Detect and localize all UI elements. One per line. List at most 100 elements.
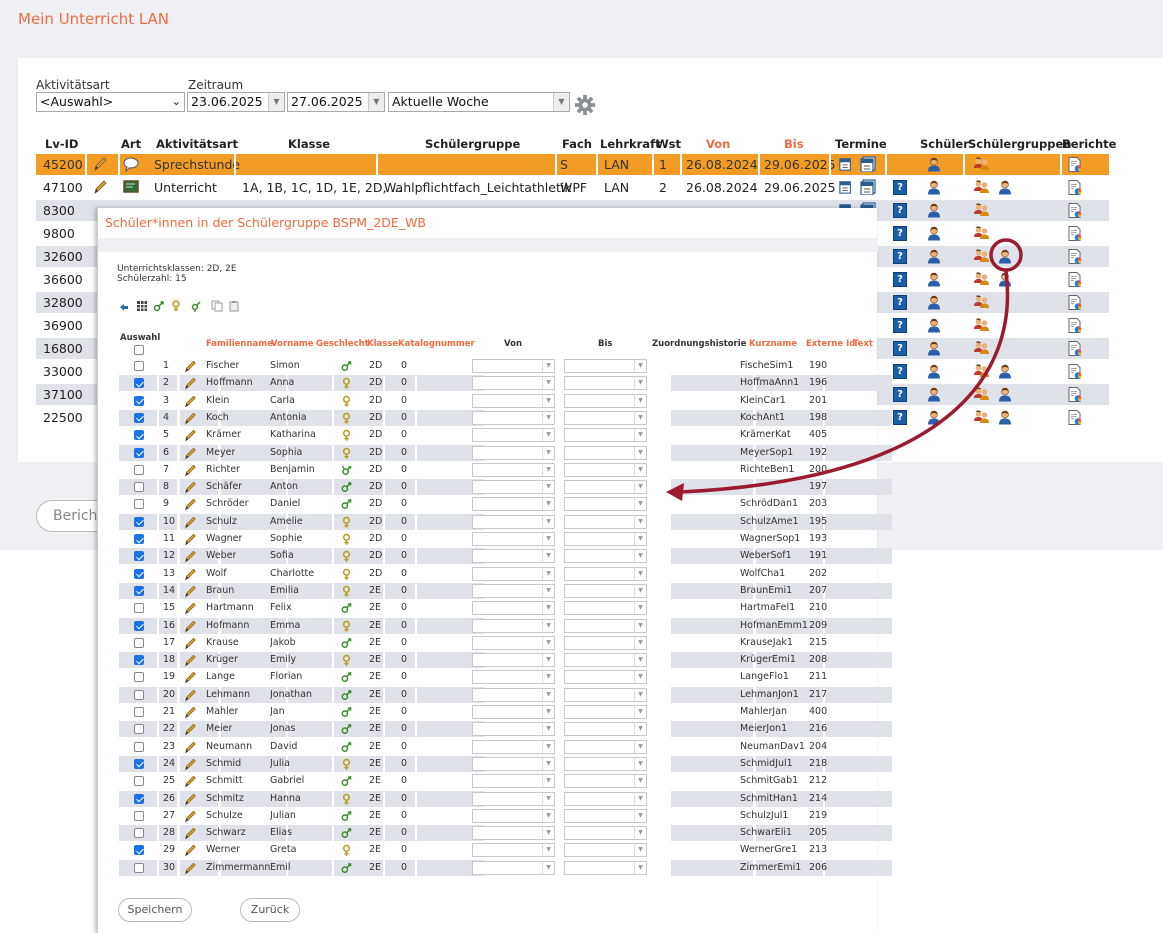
dropdown-arrow-icon[interactable]: ▼ [634, 446, 646, 459]
col-header-geschlecht[interactable]: Geschlecht [316, 339, 369, 349]
select-all-checkbox[interactable] [134, 345, 144, 355]
row-checkbox[interactable] [134, 707, 144, 717]
dropdown-arrow-icon[interactable]: ▼ [634, 360, 646, 372]
dropdown-arrow-icon[interactable]: ▼ [542, 827, 554, 840]
dropdown-arrow-icon[interactable]: ▼ [542, 394, 554, 407]
dropdown-arrow-icon[interactable]: ▼ [368, 93, 384, 111]
bis-date-input[interactable]: ▼ [564, 462, 647, 477]
row-checkbox[interactable] [134, 845, 144, 856]
bis-date-input[interactable]: ▼ [564, 393, 647, 408]
dropdown-arrow-icon[interactable]: ▼ [542, 429, 554, 442]
edit-pencil-icon[interactable] [183, 584, 197, 599]
von-date-input[interactable]: ▼ [472, 549, 555, 564]
dropdown-arrow-icon[interactable]: ▼ [542, 706, 554, 718]
edit-pencil-icon[interactable] [183, 463, 197, 478]
dropdown-arrow-icon[interactable]: ▼ [542, 377, 554, 390]
report-icon[interactable] [1067, 409, 1083, 426]
back-button[interactable]: Zurück [240, 898, 300, 922]
student-icon[interactable] [926, 248, 942, 265]
table-row[interactable]: 21 Mahler Jan 2E 0 MahlerJan 400 ▼ ▼ [119, 704, 872, 721]
edit-pencil-icon[interactable] [183, 809, 197, 824]
bis-date-input[interactable]: ▼ [564, 670, 647, 685]
dropdown-arrow-icon[interactable]: ▼ [268, 93, 284, 111]
dropdown-arrow-icon[interactable]: ▼ [542, 723, 554, 736]
dropdown-arrow-icon[interactable]: ▼ [542, 533, 554, 545]
help-icon[interactable]: ? [893, 410, 907, 425]
dropdown-arrow-icon[interactable]: ▼ [634, 688, 646, 701]
student-group-icon[interactable] [973, 363, 990, 379]
report-icon[interactable] [1067, 248, 1083, 265]
von-date-input[interactable]: ▼ [472, 791, 555, 806]
male-female-icon[interactable] [153, 300, 165, 312]
report-icon[interactable] [1067, 294, 1083, 311]
von-date-input[interactable]: ▼ [472, 670, 555, 685]
table-row[interactable]: 25 Schmitt Gabriel 2E 0 SchmitGab1 212 ▼ ▼ [119, 773, 872, 790]
bis-date-input[interactable]: ▼ [564, 410, 647, 425]
report-icon[interactable] [1067, 363, 1083, 380]
dropdown-arrow-icon[interactable]: ▼ [542, 446, 554, 459]
row-checkbox[interactable] [134, 378, 144, 389]
von-date-input[interactable]: ▼ [472, 808, 555, 823]
dropdown-arrow-icon[interactable]: ▼ [634, 775, 646, 788]
table-row[interactable]: 10 Schulz Amelie 2D 0 SchulzAme1 195 ▼ ▼ [119, 513, 892, 531]
help-icon[interactable]: ? [893, 341, 907, 356]
diverse-icon[interactable] [190, 300, 202, 312]
group-student-icon[interactable] [997, 363, 1013, 380]
dropdown-arrow-icon[interactable]: ▼ [634, 584, 646, 597]
table-row[interactable]: 45200 Sprechstunde S LAN 1 26.08.2024 29.06.20… [36, 154, 1109, 175]
edit-pencil-icon[interactable] [183, 705, 197, 720]
table-row[interactable]: 7 Richter Benjamin 2D 0 RichteBen1 200 ▼ ▼ [119, 462, 872, 479]
dropdown-arrow-icon[interactable]: ▼ [542, 515, 554, 528]
student-icon[interactable] [926, 386, 942, 403]
dropdown-arrow-icon[interactable]: ▼ [542, 775, 554, 788]
aktivitaetsart-select[interactable]: <Auswahl> ⌄ [36, 92, 185, 112]
bis-date-input[interactable]: ▼ [564, 445, 647, 460]
gear-icon[interactable] [574, 94, 596, 116]
dropdown-arrow-icon[interactable]: ▼ [634, 844, 646, 857]
dropdown-arrow-icon[interactable]: ▼ [542, 740, 554, 753]
back-arrow-icon[interactable] [118, 300, 130, 312]
row-checkbox[interactable] [134, 395, 144, 406]
dropdown-arrow-icon[interactable]: ▼ [634, 740, 646, 753]
bis-date-input[interactable]: ▼ [564, 601, 647, 616]
dropdown-arrow-icon[interactable]: ▼ [542, 584, 554, 597]
von-date-input[interactable]: ▼ [472, 359, 555, 373]
table-row[interactable]: 16 Hofmann Emma 2E 0 HofmanEmm1 209 ▼ ▼ [119, 617, 892, 635]
student-group-icon[interactable] [973, 202, 990, 218]
bis-date-input[interactable]: ▼ [564, 618, 647, 633]
table-row[interactable]: 3 Klein Carla 2D 0 KleinCar1 201 ▼ ▼ [119, 393, 872, 410]
report-icon[interactable] [1067, 317, 1083, 334]
edit-pencil-icon[interactable] [183, 428, 197, 443]
student-icon[interactable] [926, 179, 942, 196]
student-group-icon[interactable] [973, 248, 990, 264]
report-icon[interactable] [1067, 156, 1083, 173]
col-header-lehrkraft[interactable]: Lehrkraft [600, 137, 661, 151]
edit-pencil-icon[interactable] [183, 861, 197, 876]
report-icon[interactable] [1067, 225, 1083, 242]
dropdown-arrow-icon[interactable]: ▼ [542, 654, 554, 667]
calendar-series-icon[interactable] [860, 156, 876, 172]
von-date-field[interactable]: 23.06.2025 ▼ [187, 92, 285, 112]
edit-pencil-icon[interactable] [92, 156, 108, 172]
bis-date-input[interactable]: ▼ [564, 687, 647, 702]
student-group-icon[interactable] [973, 317, 990, 333]
col-header-berichte[interactable]: Berichte [1062, 137, 1116, 151]
edit-pencil-icon[interactable] [183, 653, 197, 668]
bis-date-input[interactable]: ▼ [564, 532, 647, 546]
calendar-icon[interactable] [839, 156, 853, 172]
table-row[interactable]: 18 Krüger Emily 2E 0 KrügerEmi1 208 ▼ ▼ [119, 652, 892, 669]
von-date-input[interactable]: ▼ [472, 410, 555, 425]
dropdown-arrow-icon[interactable]: ▼ [542, 550, 554, 563]
edit-pencil-icon[interactable] [183, 411, 197, 426]
report-icon[interactable] [1067, 202, 1083, 219]
table-row[interactable]: 29 Werner Greta 2E 0 WernerGre1 213 ▼ ▼ [119, 842, 872, 859]
calendar-series-icon[interactable] [860, 179, 876, 195]
edit-pencil-icon[interactable] [183, 515, 197, 530]
von-date-input[interactable]: ▼ [472, 497, 555, 512]
dropdown-arrow-icon[interactable]: ▼ [542, 567, 554, 580]
edit-pencil-icon[interactable] [183, 670, 197, 685]
edit-pencil-icon[interactable] [183, 792, 197, 807]
row-checkbox[interactable] [134, 637, 144, 648]
report-icon[interactable] [1067, 271, 1083, 288]
row-checkbox[interactable] [134, 758, 144, 769]
